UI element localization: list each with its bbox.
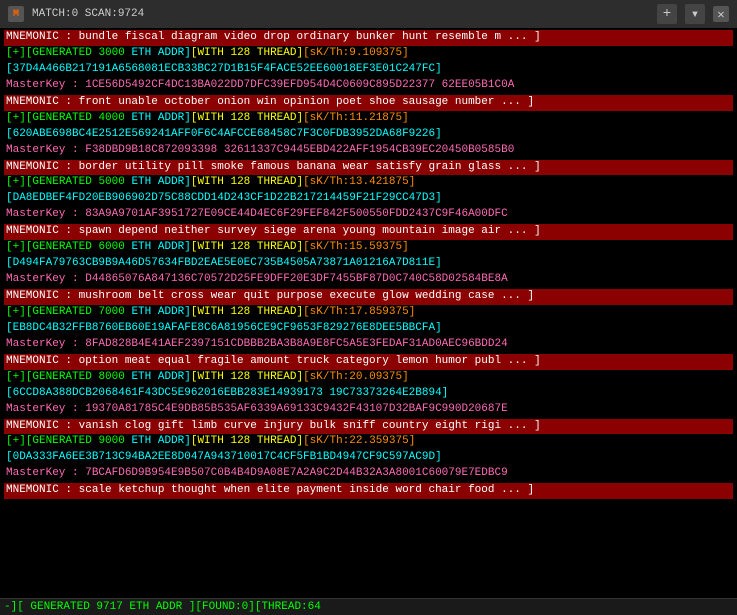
mnemonic-line: MNEMONIC : mushroom belt cross wear quit… [4, 289, 733, 305]
mnemonic-line: MNEMONIC : spawn depend neither survey s… [4, 224, 733, 240]
mnemonic-line: MNEMONIC : front unable october onion wi… [4, 95, 733, 111]
titlebar: M MATCH:0 SCAN:9724 + ▾ ✕ [0, 0, 737, 28]
output-area: MNEMONIC : bundle fiscal diagram video d… [0, 28, 737, 598]
masterkey-line: MasterKey : 1CE56D5492CF4DC13BA022DD7DFC… [4, 78, 733, 94]
close-button[interactable]: ✕ [713, 6, 729, 22]
masterkey-line: MasterKey : F38DBD9B18C872093398 3261133… [4, 143, 733, 159]
mnemonic-line: MNEMONIC : bundle fiscal diagram video d… [4, 30, 733, 46]
generated-line: [+][GENERATED 5000 ETH ADDR][WITH 128 TH… [4, 175, 733, 191]
masterkey-line: MasterKey : 8FAD828B4E41AEF2397151CDBBB2… [4, 337, 733, 353]
mnemonic-line: MNEMONIC : option meat equal fragile amo… [4, 354, 733, 370]
address-line: [EB8DC4B32FFB8760EB60E19AFAFE8C6A81956CE… [4, 321, 733, 337]
generated-line: [+][GENERATED 4000 ETH ADDR][WITH 128 TH… [4, 111, 733, 127]
output-block: MNEMONIC : spawn depend neither survey s… [4, 224, 733, 288]
output-block: MNEMONIC : mushroom belt cross wear quit… [4, 289, 733, 353]
address-line: [0DA333FA6EE3B713C94BA2EE8D047A943710017… [4, 450, 733, 466]
main-window: M MATCH:0 SCAN:9724 + ▾ ✕ MNEMONIC : bun… [0, 0, 737, 615]
address-line: [D494FA79763CB9B9A46D57634FBD2EAE5E0EC73… [4, 256, 733, 272]
masterkey-line: MasterKey : D44865076A847136C70572D25FE9… [4, 272, 733, 288]
address-line: [620ABE698BC4E2512E569241AFF0F6C4AFCCE68… [4, 127, 733, 143]
status-text: -][ GENERATED 9717 ETH ADDR ][FOUND:0][T… [4, 601, 321, 613]
address-line: [37D4A466B217191A6568081ECB33BC27D1B15F4… [4, 62, 733, 78]
app-icon: M [8, 6, 24, 22]
address-line: [DA8EDBEF4FD20EB906902D75C88CDD14D243CF1… [4, 191, 733, 207]
mnemonic-line: MNEMONIC : scale ketchup thought when el… [4, 483, 733, 499]
window-title: MATCH:0 SCAN:9724 [32, 8, 649, 20]
dropdown-button[interactable]: ▾ [685, 4, 705, 24]
address-line: [6CCD8A388DCB2068461F43DC5E962016EBB283E… [4, 386, 733, 402]
masterkey-line: MasterKey : 7BCAFD6D9B954E9B507C0B4B4D9A… [4, 466, 733, 482]
output-block: MNEMONIC : bundle fiscal diagram video d… [4, 30, 733, 94]
output-block: MNEMONIC : option meat equal fragile amo… [4, 354, 733, 418]
generated-line: [+][GENERATED 3000 ETH ADDR][WITH 128 TH… [4, 46, 733, 62]
output-block: MNEMONIC : scale ketchup thought when el… [4, 483, 733, 499]
generated-line: [+][GENERATED 9000 ETH ADDR][WITH 128 TH… [4, 434, 733, 450]
masterkey-line: MasterKey : 83A9A9701AF3951727E09CE44D4E… [4, 207, 733, 223]
output-block: MNEMONIC : vanish clog gift limb curve i… [4, 419, 733, 483]
add-button[interactable]: + [657, 4, 677, 24]
generated-line: [+][GENERATED 7000 ETH ADDR][WITH 128 TH… [4, 305, 733, 321]
mnemonic-line: MNEMONIC : vanish clog gift limb curve i… [4, 419, 733, 435]
output-block: MNEMONIC : front unable october onion wi… [4, 95, 733, 159]
generated-line: [+][GENERATED 6000 ETH ADDR][WITH 128 TH… [4, 240, 733, 256]
generated-line: [+][GENERATED 8000 ETH ADDR][WITH 128 TH… [4, 370, 733, 386]
status-bar: -][ GENERATED 9717 ETH ADDR ][FOUND:0][T… [0, 598, 737, 615]
masterkey-line: MasterKey : 19370A81785C4E9DB85B535AF633… [4, 402, 733, 418]
mnemonic-line: MNEMONIC : border utility pill smoke fam… [4, 160, 733, 176]
output-block: MNEMONIC : border utility pill smoke fam… [4, 160, 733, 224]
